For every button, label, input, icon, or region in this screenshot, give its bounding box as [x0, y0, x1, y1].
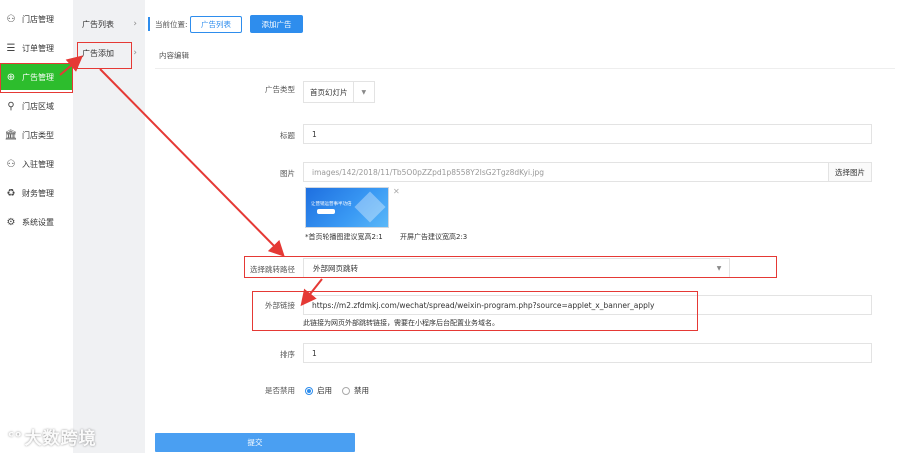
ad-target-icon: ⊕ [6, 71, 16, 83]
sidebar-item-onboarding[interactable]: ⚇ 入驻管理 [0, 151, 73, 177]
enable-radio[interactable] [305, 386, 313, 395]
subnav-item-ad-list[interactable]: 广告列表 › [73, 13, 145, 35]
sidebar-item-store-areas[interactable]: ⚲ 门店区域 [0, 93, 73, 119]
disable-radio-label: 禁用 [354, 386, 369, 395]
section-divider [155, 68, 895, 69]
sidebar-item-label: 门店区域 [22, 101, 54, 111]
disabled-radio-group: 启用 禁用 [305, 385, 379, 396]
sort-label: 排序 [280, 350, 295, 359]
sidebar-item-stores[interactable]: ⚇ 门店管理 [0, 6, 73, 32]
sidebar-item-finance[interactable]: ♻ 财务管理 [0, 180, 73, 206]
main-content: 当前位置: 广告列表 添加广告 内容编辑 广告类型 首页幻灯片 ▼ 标题 1 图… [145, 0, 905, 453]
finance-icon: ♻ [6, 187, 16, 199]
sidebar-item-label: 门店类型 [22, 130, 54, 140]
home-banner-hint: *首页轮播图建议宽高2:1 [305, 233, 383, 241]
image-label: 图片 [280, 169, 295, 178]
bank-icon: 🏛 [4, 129, 18, 141]
title-input[interactable]: 1 [303, 124, 872, 144]
watermark-logo: ᶜᵒ 大数跨境 [8, 424, 97, 450]
app-root: ⚇ 门店管理 ☰ 订单管理 ⊕ 广告管理 ⚲ 门店区域 🏛 门店类型 ⚇ 入驻管… [0, 0, 905, 453]
add-ad-button[interactable]: 添加广告 [250, 15, 303, 33]
ad-type-label: 广告类型 [265, 85, 295, 94]
primary-sidebar: ⚇ 门店管理 ☰ 订单管理 ⊕ 广告管理 ⚲ 门店区域 🏛 门店类型 ⚇ 入驻管… [0, 0, 73, 453]
location-pin-icon: ⚲ [7, 100, 15, 112]
sidebar-item-label: 入驻管理 [22, 159, 54, 169]
subnav-item-label: 广告列表 [82, 19, 114, 29]
sidebar-item-settings[interactable]: ⚙ 系统设置 [0, 209, 73, 235]
external-link-input[interactable]: https://m2.zfdmkj.com/wechat/spread/weix… [303, 295, 872, 315]
gear-icon: ⚙ [6, 216, 16, 228]
sort-input[interactable]: 1 [303, 343, 872, 363]
ad-list-button[interactable]: 广告列表 [190, 16, 242, 33]
sidebar-item-store-types[interactable]: 🏛 门店类型 [0, 122, 73, 148]
choose-image-button[interactable]: 选择图片 [828, 162, 872, 182]
sidebar-item-label: 广告管理 [22, 72, 54, 82]
enable-radio-label: 启用 [317, 386, 332, 395]
breadcrumb-label: 当前位置: [155, 20, 188, 29]
external-link-note: 此链接为网页外部跳转链接，需要在小程序后台配置业务域名。 [303, 319, 499, 327]
sidebar-item-ads[interactable]: ⊕ 广告管理 [0, 64, 73, 90]
submit-button[interactable]: 提交 [155, 433, 355, 452]
jump-path-select[interactable]: 外部网页跳转 ▼ [303, 258, 730, 278]
watermark-icon: ᶜᵒ [8, 428, 23, 445]
subnav-item-ad-add[interactable]: 广告添加 › [73, 42, 145, 64]
banner-thumbnail: 让营销运营事半功倍 [305, 187, 389, 228]
sidebar-item-label: 订单管理 [22, 43, 54, 53]
chevron-right-icon: › [133, 48, 137, 58]
secondary-sidebar: 广告列表 › 广告添加 › [73, 0, 145, 453]
title-label: 标题 [280, 131, 295, 140]
ad-type-value: 首页幻灯片 [310, 87, 348, 97]
subnav-item-label: 广告添加 [82, 48, 114, 58]
chevron-right-icon: › [133, 19, 137, 29]
sidebar-item-label: 门店管理 [22, 14, 54, 24]
disable-radio[interactable] [342, 386, 350, 395]
sidebar-item-orders[interactable]: ☰ 订单管理 [0, 35, 73, 61]
external-link-label: 外部链接 [265, 301, 295, 310]
thumbnail-caption: 让营销运营事半功倍 [311, 202, 352, 207]
ad-type-select[interactable]: 首页幻灯片 ▼ [303, 81, 375, 103]
tab-content-edit[interactable]: 内容编辑 [159, 50, 189, 61]
breadcrumb-accent-bar [148, 17, 150, 31]
sidebar-item-label: 系统设置 [22, 217, 54, 227]
breadcrumb: 当前位置: 广告列表 添加广告 [145, 0, 905, 48]
image-path-input[interactable]: images/142/2018/11/Tb5O0pZZpd1p8558Y2IsG… [303, 162, 829, 182]
disabled-label: 是否禁用 [265, 386, 295, 395]
users-icon: ⚇ [6, 158, 16, 170]
store-group-icon: ⚇ [6, 13, 16, 25]
chevron-down-icon: ▼ [716, 264, 722, 272]
watermark-text: 大数跨境 [24, 429, 97, 449]
launch-ad-hint: 开屏广告建议宽高2:3 [400, 233, 468, 241]
jump-path-value: 外部网页跳转 [313, 263, 358, 273]
chevron-down-icon: ▼ [352, 82, 374, 102]
list-icon: ☰ [6, 42, 16, 54]
sidebar-item-label: 财务管理 [22, 188, 54, 198]
jump-path-label: 选择跳转路径 [250, 265, 295, 274]
close-icon[interactable]: ✕ [393, 187, 400, 196]
